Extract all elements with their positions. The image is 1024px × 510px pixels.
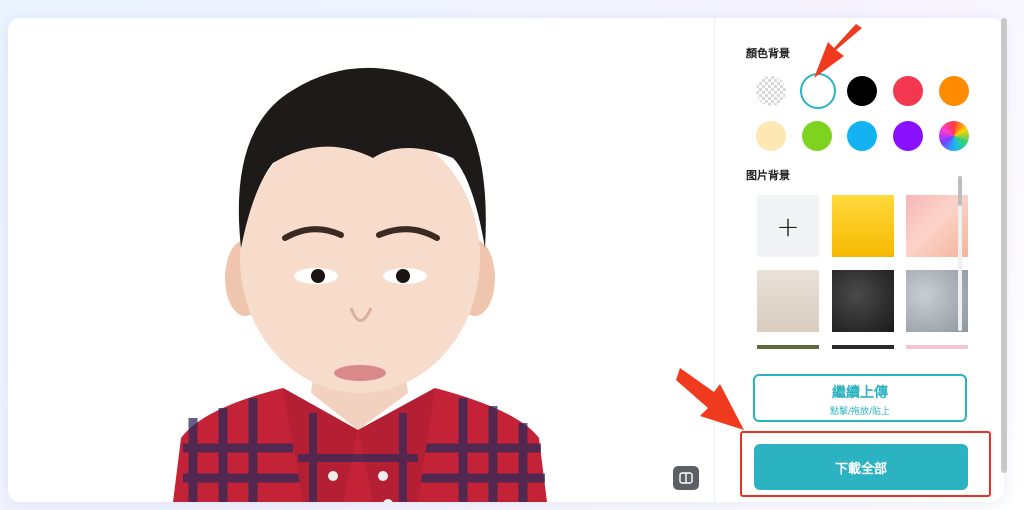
tile-scrollbar[interactable] — [958, 176, 962, 331]
continue-upload-button[interactable]: 繼續上傳 點擊/拖放/貼上 — [753, 374, 967, 422]
image-tile-yellow[interactable] — [832, 195, 894, 257]
arrow-annotation-icon — [814, 24, 862, 78]
plus-icon: + — [776, 209, 800, 243]
image-background-grid: + — [743, 194, 975, 349]
compare-split-icon — [679, 472, 693, 484]
continue-upload-hint: 點擊/拖放/貼上 — [829, 407, 891, 417]
swatch-sky-blue[interactable] — [847, 121, 877, 151]
image-tile-dark-concrete[interactable] — [832, 270, 894, 332]
swatch-purple[interactable] — [893, 121, 923, 151]
swatch-transparent[interactable] — [756, 76, 786, 106]
swatch-green[interactable] — [802, 121, 832, 151]
download-all-label: 下載全部 — [834, 461, 887, 477]
arrow-annotation-icon — [676, 368, 744, 430]
add-image-tile[interactable]: + — [757, 195, 819, 257]
compare-toggle-button[interactable] — [673, 466, 699, 490]
editor-card: 顏色背景 图片背景 + 繼續上傳 點擊/拖放/貼上 下載全部 — [8, 18, 1004, 502]
swatch-red[interactable] — [893, 76, 923, 106]
image-background-title: 图片背景 — [746, 169, 790, 182]
image-tile-dark-stripe[interactable] — [832, 345, 894, 349]
photo-preview — [8, 18, 714, 502]
image-tile-pink-stripe[interactable] — [906, 345, 968, 349]
download-all-button[interactable]: 下載全部 — [754, 444, 968, 490]
swatch-rainbow[interactable] — [939, 121, 969, 151]
continue-upload-label: 繼續上傳 — [832, 385, 888, 401]
swatch-orange[interactable] — [939, 76, 969, 106]
swatch-cream[interactable] — [756, 121, 786, 151]
image-tile-beige-paper[interactable] — [757, 270, 819, 332]
page-scrollbar[interactable] — [1001, 18, 1007, 473]
image-tile-green-leaves[interactable] — [757, 345, 819, 349]
portrait-photo — [173, 67, 547, 502]
tile-scrollbar-thumb[interactable] — [958, 176, 962, 206]
color-background-title: 顏色背景 — [746, 47, 790, 60]
